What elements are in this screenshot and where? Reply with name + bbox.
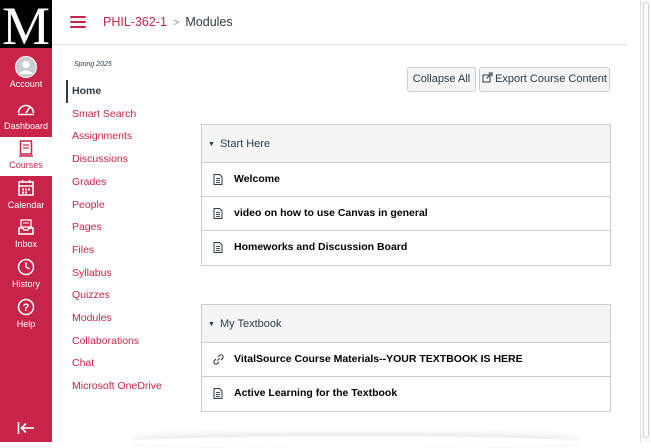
module-item-title[interactable]: video on how to use Canvas in general bbox=[234, 197, 428, 230]
collapse-nav-icon[interactable] bbox=[17, 421, 35, 435]
courses-icon bbox=[19, 140, 33, 157]
module-title: My Textbook bbox=[219, 318, 282, 330]
history-icon bbox=[17, 258, 35, 276]
page-icon bbox=[213, 174, 223, 185]
dashboard-icon bbox=[17, 104, 35, 116]
module-item[interactable]: video on how to use Canvas in general bbox=[202, 197, 610, 231]
page-icon bbox=[213, 208, 223, 219]
top-bar: PHIL-362-1 > Modules bbox=[52, 0, 627, 45]
svg-text:?: ? bbox=[23, 302, 30, 314]
course-nav-pages[interactable]: Pages bbox=[66, 216, 186, 239]
global-nav-label: Courses bbox=[9, 160, 43, 170]
bottom-shadow bbox=[130, 436, 580, 448]
calendar-icon bbox=[18, 180, 34, 196]
caret-down-icon: ▼ bbox=[208, 321, 215, 328]
course-nav-quizzes[interactable]: Quizzes bbox=[66, 284, 186, 307]
course-nav-grades[interactable]: Grades bbox=[66, 171, 186, 194]
course-nav-people[interactable]: People bbox=[66, 194, 186, 217]
module-item[interactable]: Homeworks and Discussion Board bbox=[202, 231, 610, 265]
global-nav-courses[interactable]: Courses bbox=[0, 137, 52, 176]
institution-logo[interactable]: M bbox=[0, 0, 52, 48]
export-label: Export Course Content bbox=[495, 73, 607, 85]
global-nav-calendar[interactable]: Calendar bbox=[0, 177, 52, 216]
export-course-content-button[interactable]: Export Course Content bbox=[479, 67, 610, 92]
module-header[interactable]: ▼ Start Here bbox=[202, 125, 610, 163]
global-nav-label: Account bbox=[9, 79, 43, 89]
global-nav-help[interactable]: ? Help bbox=[0, 296, 52, 335]
course-nav-modules[interactable]: Modules bbox=[66, 307, 186, 330]
module-title: Start Here bbox=[219, 138, 271, 150]
module-item-title[interactable]: VitalSource Course Materials--YOUR TEXTB… bbox=[234, 343, 523, 376]
course-nav: Spring 2025 Home Smart Search Assignment… bbox=[66, 58, 186, 398]
scrollbar-thumb[interactable] bbox=[643, 2, 649, 438]
course-nav-discussions[interactable]: Discussions bbox=[66, 148, 186, 171]
module-item-title[interactable]: Active Learning for the Textbook bbox=[234, 377, 397, 410]
module-start-here: ▼ Start Here Welcome video on how to use … bbox=[201, 124, 611, 266]
module-item[interactable]: Active Learning for the Textbook bbox=[202, 377, 610, 411]
global-nav-dashboard[interactable]: Dashboard bbox=[0, 98, 52, 137]
global-nav-label: Dashboard bbox=[3, 121, 49, 131]
link-icon bbox=[213, 354, 224, 365]
breadcrumb-course-link[interactable]: PHIL-362-1 bbox=[103, 15, 167, 29]
collapse-all-button[interactable]: Collapse All bbox=[407, 67, 476, 92]
term-label: Spring 2025 bbox=[74, 61, 112, 68]
global-nav-label: Help bbox=[16, 319, 36, 329]
global-nav-label: Inbox bbox=[14, 239, 38, 249]
course-nav-assignments[interactable]: Assignments bbox=[66, 125, 186, 148]
avatar-icon bbox=[15, 56, 37, 78]
page-icon bbox=[213, 242, 223, 253]
collapse-all-label: Collapse All bbox=[412, 73, 471, 85]
course-nav-chat[interactable]: Chat bbox=[66, 352, 186, 375]
global-nav-account[interactable]: Account bbox=[0, 56, 52, 95]
breadcrumb-current: Modules bbox=[185, 15, 233, 29]
breadcrumb: PHIL-362-1 > Modules bbox=[103, 15, 233, 29]
module-my-textbook: ▼ My Textbook VitalSource Course Material… bbox=[201, 304, 611, 412]
global-nav: M Account Dashboard Courses Calendar Inb… bbox=[0, 0, 52, 442]
course-nav-collaborations[interactable]: Collaborations bbox=[66, 330, 186, 353]
course-nav-syllabus[interactable]: Syllabus bbox=[66, 262, 186, 285]
inbox-icon bbox=[18, 219, 34, 235]
global-nav-label: Calendar bbox=[7, 200, 45, 210]
module-item-title[interactable]: Homeworks and Discussion Board bbox=[234, 231, 407, 264]
course-nav-files[interactable]: Files bbox=[66, 239, 186, 262]
course-nav-smart-search[interactable]: Smart Search bbox=[66, 103, 186, 126]
global-nav-label: History bbox=[11, 279, 40, 289]
help-icon: ? bbox=[17, 298, 35, 316]
module-item[interactable]: VitalSource Course Materials--YOUR TEXTB… bbox=[202, 343, 610, 377]
breadcrumb-separator: > bbox=[172, 17, 180, 29]
export-icon bbox=[482, 72, 493, 83]
module-header[interactable]: ▼ My Textbook bbox=[202, 305, 610, 343]
module-item-title[interactable]: Welcome bbox=[234, 163, 280, 196]
course-nav-onedrive[interactable]: Microsoft OneDrive bbox=[66, 375, 186, 398]
global-nav-history[interactable]: History bbox=[0, 256, 52, 295]
hamburger-menu-icon[interactable] bbox=[70, 16, 86, 28]
page-icon bbox=[213, 388, 223, 399]
course-nav-home[interactable]: Home bbox=[66, 80, 186, 103]
scrollbar[interactable] bbox=[640, 0, 651, 442]
module-item[interactable]: Welcome bbox=[202, 163, 610, 197]
global-nav-inbox[interactable]: Inbox bbox=[0, 216, 52, 255]
caret-down-icon: ▼ bbox=[208, 141, 215, 148]
